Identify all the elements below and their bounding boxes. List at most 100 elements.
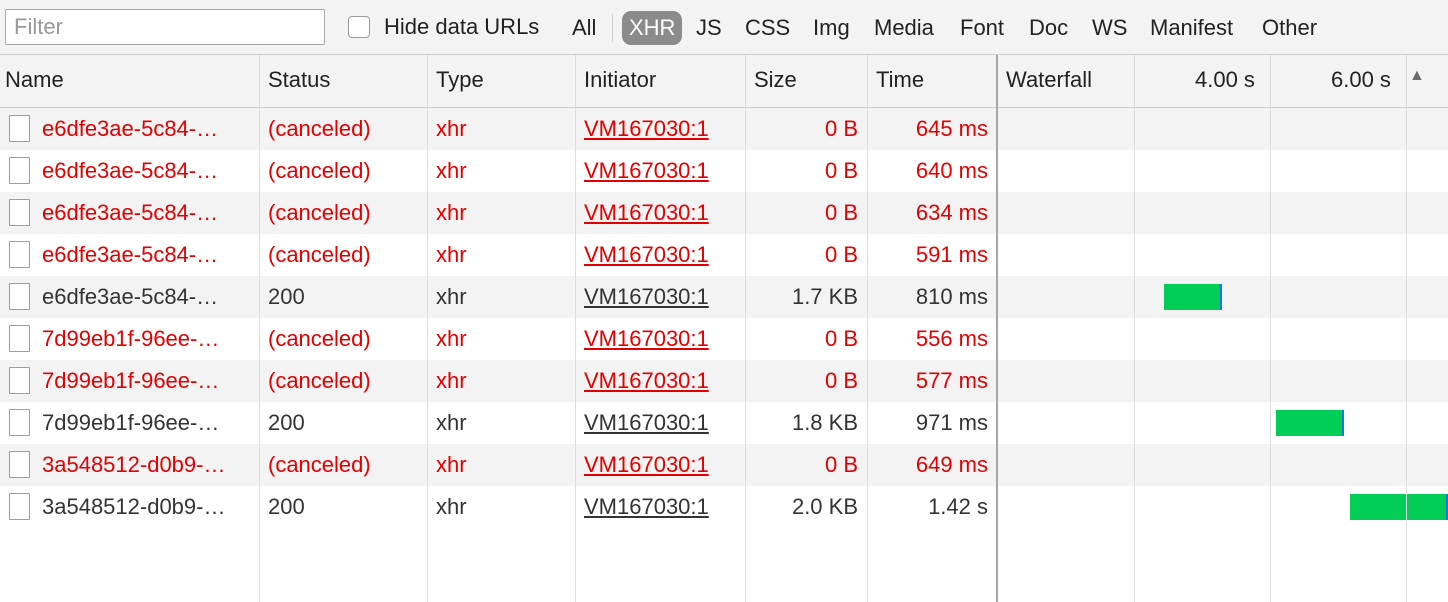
request-name[interactable]: 3a548512-d0b9-… bbox=[42, 444, 250, 486]
request-type: xhr bbox=[436, 452, 467, 477]
table-row[interactable]: 3a548512-d0b9-… 200 xhr VM167030:1 2.0 KB 1.4… bbox=[0, 486, 1448, 528]
filter-input[interactable] bbox=[5, 9, 325, 45]
request-initiator-link[interactable]: VM167030:1 bbox=[584, 444, 734, 486]
waterfall-tick-label: 6.00 s bbox=[1331, 67, 1391, 92]
column-header-type[interactable]: Type bbox=[436, 55, 484, 107]
file-icon bbox=[9, 493, 30, 520]
table-row[interactable]: e6dfe3ae-5c84-… (canceled) xhr VM167030:1 0 … bbox=[0, 150, 1448, 192]
request-size: 0 B bbox=[824, 368, 858, 393]
request-status: (canceled) bbox=[268, 116, 371, 141]
column-header-waterfall[interactable]: Waterfall bbox=[1006, 55, 1092, 107]
request-type: xhr bbox=[436, 368, 467, 393]
table-row[interactable]: 7d99eb1f-96ee-… (canceled) xhr VM167030:1 0 … bbox=[0, 318, 1448, 360]
table-row[interactable]: e6dfe3ae-5c84-… (canceled) xhr VM167030:1 0 … bbox=[0, 234, 1448, 276]
column-divider[interactable] bbox=[427, 55, 428, 602]
table-row[interactable]: e6dfe3ae-5c84-… (canceled) xhr VM167030:1 0 … bbox=[0, 108, 1448, 150]
request-size: 0 B bbox=[824, 116, 858, 141]
file-icon bbox=[9, 325, 30, 352]
request-initiator-link[interactable]: VM167030:1 bbox=[584, 360, 734, 402]
filter-xhr-button[interactable]: XHR bbox=[622, 11, 683, 45]
request-type: xhr bbox=[436, 116, 467, 141]
column-divider[interactable] bbox=[745, 55, 746, 602]
request-initiator-link[interactable]: VM167030:1 bbox=[584, 486, 734, 528]
request-status: (canceled) bbox=[268, 368, 371, 393]
request-initiator-link[interactable]: VM167030:1 bbox=[584, 234, 734, 276]
hide-data-urls-toggle[interactable]: Hide data URLs bbox=[348, 13, 539, 41]
request-status: 200 bbox=[268, 494, 305, 519]
request-name[interactable]: e6dfe3ae-5c84-… bbox=[42, 108, 250, 150]
waterfall-bar[interactable] bbox=[1350, 494, 1448, 520]
file-icon bbox=[9, 199, 30, 226]
filter-media-button[interactable]: Media bbox=[874, 10, 934, 46]
request-initiator-link[interactable]: VM167030:1 bbox=[584, 108, 734, 150]
table-row[interactable]: e6dfe3ae-5c84-… 200 xhr VM167030:1 1.7 KB 810… bbox=[0, 276, 1448, 318]
column-divider[interactable] bbox=[259, 55, 260, 602]
filter-doc-button[interactable]: Doc bbox=[1029, 10, 1068, 46]
hide-data-urls-checkbox[interactable] bbox=[348, 16, 370, 38]
request-type: xhr bbox=[436, 494, 467, 519]
request-initiator-link[interactable]: VM167030:1 bbox=[584, 402, 734, 444]
waterfall-gridline bbox=[1406, 55, 1407, 602]
file-icon bbox=[9, 451, 30, 478]
request-status: (canceled) bbox=[268, 158, 371, 183]
request-name[interactable]: 3a548512-d0b9-… bbox=[42, 486, 250, 528]
request-initiator-link[interactable]: VM167030:1 bbox=[584, 318, 734, 360]
request-initiator-link[interactable]: VM167030:1 bbox=[584, 276, 734, 318]
column-header-initiator[interactable]: Initiator bbox=[584, 55, 656, 107]
waterfall-bar[interactable] bbox=[1164, 284, 1222, 310]
filter-manifest-button[interactable]: Manifest bbox=[1150, 10, 1233, 46]
request-type: xhr bbox=[436, 326, 467, 351]
request-status: (canceled) bbox=[268, 326, 371, 351]
request-size: 0 B bbox=[824, 242, 858, 267]
filter-js-button[interactable]: JS bbox=[696, 10, 722, 46]
request-name[interactable]: e6dfe3ae-5c84-… bbox=[42, 276, 250, 318]
request-type: xhr bbox=[436, 242, 467, 267]
table-row[interactable]: 3a548512-d0b9-… (canceled) xhr VM167030:1 0 … bbox=[0, 444, 1448, 486]
filter-ws-button[interactable]: WS bbox=[1092, 10, 1127, 46]
request-time: 1.42 s bbox=[928, 494, 988, 519]
request-time: 640 ms bbox=[915, 158, 988, 183]
request-initiator-link[interactable]: VM167030:1 bbox=[584, 150, 734, 192]
request-name[interactable]: 7d99eb1f-96ee-… bbox=[42, 402, 250, 444]
request-name[interactable]: 7d99eb1f-96ee-… bbox=[42, 360, 250, 402]
request-size: 0 B bbox=[824, 326, 858, 351]
table-row[interactable]: 7d99eb1f-96ee-… 200 xhr VM167030:1 1.8 KB 971… bbox=[0, 402, 1448, 444]
request-list: e6dfe3ae-5c84-… (canceled) xhr VM167030:1 0 … bbox=[0, 108, 1448, 528]
request-name[interactable]: 7d99eb1f-96ee-… bbox=[42, 318, 250, 360]
request-name[interactable]: e6dfe3ae-5c84-… bbox=[42, 234, 250, 276]
filter-css-button[interactable]: CSS bbox=[745, 10, 790, 46]
request-size: 0 B bbox=[824, 200, 858, 225]
request-time: 591 ms bbox=[915, 242, 988, 267]
request-name[interactable]: e6dfe3ae-5c84-… bbox=[42, 192, 250, 234]
filter-font-button[interactable]: Font bbox=[960, 10, 1004, 46]
request-size: 1.8 KB bbox=[791, 410, 858, 435]
request-size: 1.7 KB bbox=[791, 284, 858, 309]
column-header-status[interactable]: Status bbox=[268, 55, 330, 107]
request-name[interactable]: e6dfe3ae-5c84-… bbox=[42, 150, 250, 192]
table-row[interactable]: e6dfe3ae-5c84-… (canceled) xhr VM167030:1 0 … bbox=[0, 192, 1448, 234]
column-header-size[interactable]: Size bbox=[754, 55, 797, 107]
column-header-name[interactable]: Name bbox=[5, 55, 64, 107]
file-icon bbox=[9, 115, 30, 142]
waterfall-tick-label: 4.00 s bbox=[1195, 67, 1255, 92]
column-divider[interactable] bbox=[867, 55, 868, 602]
waterfall-gridline bbox=[1270, 55, 1271, 602]
table-row[interactable]: 7d99eb1f-96ee-… (canceled) xhr VM167030:1 0 … bbox=[0, 360, 1448, 402]
waterfall-bar[interactable] bbox=[1276, 410, 1344, 436]
request-time: 971 ms bbox=[915, 410, 988, 435]
waterfall-gridline bbox=[1134, 55, 1135, 602]
filter-img-button[interactable]: Img bbox=[813, 10, 850, 46]
file-icon bbox=[9, 367, 30, 394]
file-icon bbox=[9, 283, 30, 310]
file-icon bbox=[9, 409, 30, 436]
filter-other-button[interactable]: Other bbox=[1262, 10, 1317, 46]
request-time: 649 ms bbox=[915, 452, 988, 477]
filter-all-button[interactable]: All bbox=[572, 10, 596, 46]
sort-ascending-icon[interactable]: ▲ bbox=[1409, 67, 1425, 85]
request-initiator-link[interactable]: VM167030:1 bbox=[584, 192, 734, 234]
request-type: xhr bbox=[436, 284, 467, 309]
network-toolbar: Hide data URLs All XHR JS CSS Img Media … bbox=[0, 0, 1448, 55]
column-divider[interactable] bbox=[575, 55, 576, 602]
waterfall-divider[interactable] bbox=[996, 55, 998, 602]
column-header-time[interactable]: Time bbox=[876, 55, 924, 107]
